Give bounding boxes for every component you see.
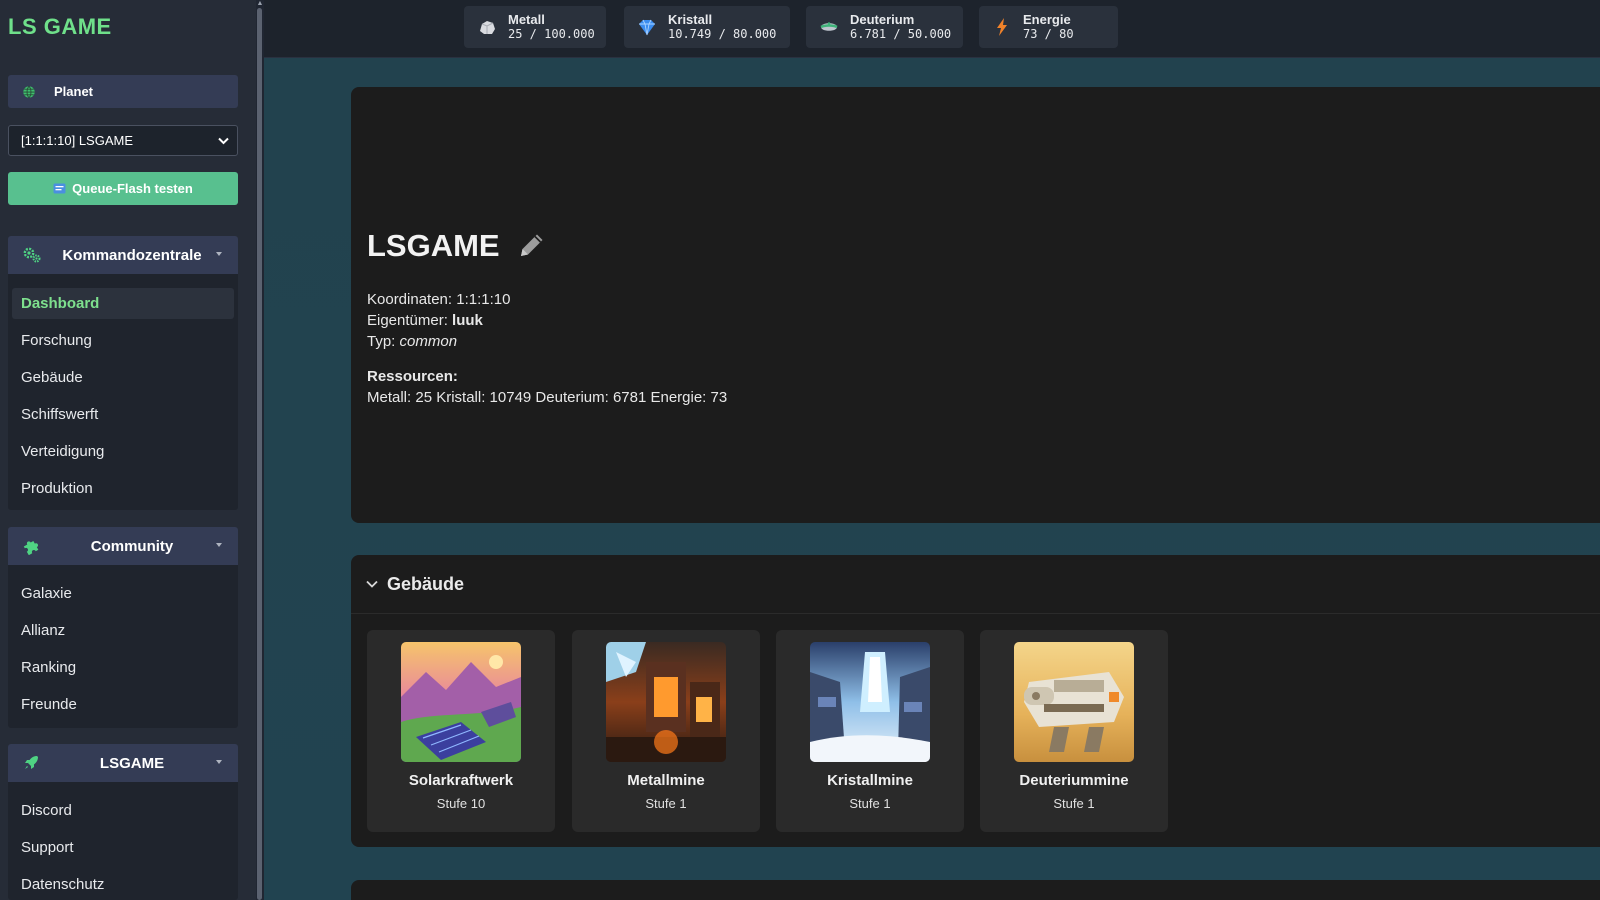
planet-select-value: [1:1:1:10] LSGAME bbox=[21, 133, 134, 148]
typ-label: Typ: bbox=[367, 333, 396, 350]
globe-icon bbox=[23, 85, 35, 98]
building-level: Stufe 1 bbox=[849, 796, 891, 811]
diamond-icon bbox=[639, 19, 655, 36]
buildings-header[interactable]: Gebäude bbox=[351, 555, 1600, 614]
section-kommandozentrale-body: Dashboard Forschung Gebäude Schiffswerft… bbox=[8, 274, 238, 510]
resource-metall-name: Metall bbox=[508, 11, 545, 27]
puzzle-icon bbox=[23, 541, 39, 555]
scroll-up-icon[interactable]: ▲ bbox=[256, 0, 264, 8]
nav-item-datenschutz[interactable]: Datenschutz bbox=[12, 869, 234, 900]
nav-item-support[interactable]: Support bbox=[12, 832, 234, 863]
section-community-header[interactable]: Community bbox=[8, 527, 238, 565]
building-level: Stufe 1 bbox=[645, 796, 687, 811]
kristallmine-image bbox=[810, 642, 930, 762]
nav-item-galaxie[interactable]: Galaxie bbox=[12, 578, 234, 609]
nav-item-gebaeude[interactable]: Gebäude bbox=[12, 362, 234, 393]
pencil-icon[interactable] bbox=[514, 229, 548, 263]
nav-item-discord[interactable]: Discord bbox=[12, 795, 234, 826]
sidebar: LS GAME Planet [1:1:1:10] LSGAME Queue-F… bbox=[0, 0, 256, 900]
resource-bar: Metall 25 / 100.000 Kristall 10.749 / 80… bbox=[264, 0, 1600, 58]
chevron-down-icon bbox=[366, 580, 378, 588]
section-kommandozentrale-header[interactable]: Kommandozentrale bbox=[8, 236, 238, 274]
queue-flash-label: Queue-Flash testen bbox=[72, 181, 193, 196]
section-lsgame-title: LSGAME bbox=[99, 754, 165, 772]
planet-resources-line: Metall: 25 Kristall: 10749 Deuterium: 67… bbox=[367, 389, 728, 406]
nav-item-produktion[interactable]: Produktion bbox=[12, 473, 234, 504]
nav-item-ranking[interactable]: Ranking bbox=[12, 652, 234, 683]
buildings-title: Gebäude bbox=[387, 573, 465, 594]
section-lsgame-body: Discord Support Datenschutz bbox=[8, 782, 238, 900]
koordinaten-label: Koordinaten: bbox=[367, 291, 453, 308]
planet-header-label: Planet bbox=[54, 84, 94, 99]
building-card-deuteriummine[interactable]: Deuteriummine Stufe 1 bbox=[980, 630, 1168, 832]
planet-name: LSGAME bbox=[367, 228, 500, 263]
ressourcen-label: Ressourcen: bbox=[367, 368, 458, 385]
planet-info-panel bbox=[351, 87, 1600, 523]
resource-kristall: Kristall 10.749 / 80.000 bbox=[624, 6, 790, 48]
brand-logo[interactable]: LS GAME bbox=[8, 14, 112, 40]
building-name: Kristallmine bbox=[827, 772, 913, 789]
queue-flash-button[interactable]: Queue-Flash testen bbox=[8, 172, 238, 205]
resource-kristall-value: 10.749 / 80.000 bbox=[668, 26, 777, 41]
cogs-icon bbox=[23, 247, 41, 263]
building-name: Solarkraftwerk bbox=[408, 772, 514, 789]
caret-down-icon bbox=[216, 252, 222, 256]
deuterium-icon bbox=[820, 22, 838, 31]
nav-item-dashboard[interactable]: Dashboard bbox=[12, 288, 234, 319]
resource-kristall-name: Kristall bbox=[668, 11, 713, 27]
planet-title: LSGAME bbox=[367, 228, 548, 264]
solarkraftwerk-image bbox=[401, 642, 521, 762]
building-level: Stufe 10 bbox=[436, 796, 486, 811]
rocket-icon bbox=[25, 756, 38, 769]
building-level: Stufe 1 bbox=[1053, 796, 1095, 811]
metallmine-image bbox=[606, 642, 726, 762]
caret-down-icon bbox=[216, 760, 222, 764]
resource-energie-value: 73 / 80 bbox=[1023, 26, 1074, 41]
planet-type: Typ: common bbox=[367, 333, 457, 350]
resource-deuterium-value: 6.781 / 50.000 bbox=[850, 26, 952, 41]
nav-item-verteidigung[interactable]: Verteidigung bbox=[12, 436, 234, 467]
building-name: Metallmine bbox=[627, 772, 705, 789]
queue-icon bbox=[53, 183, 66, 194]
resource-deuterium-name: Deuterium bbox=[850, 11, 915, 27]
planet-coordinates: Koordinaten: 1:1:1:10 bbox=[367, 291, 510, 308]
section-kommandozentrale-title: Kommandozentrale bbox=[62, 246, 202, 264]
section-lsgame-header[interactable]: LSGAME bbox=[8, 744, 238, 782]
building-card-metallmine[interactable]: Metallmine Stufe 1 bbox=[572, 630, 760, 832]
planet-header: Planet bbox=[8, 75, 238, 108]
section-community-body: Galaxie Allianz Ranking Freunde bbox=[8, 565, 238, 728]
next-panel bbox=[351, 880, 1600, 900]
lightning-icon bbox=[997, 18, 1007, 36]
eigentuemer-value: luuk bbox=[452, 312, 483, 329]
deuteriummine-image bbox=[1014, 642, 1134, 762]
section-community-title: Community bbox=[90, 537, 174, 555]
building-name: Deuteriummine bbox=[1019, 772, 1129, 789]
planet-resources-label: Ressourcen: bbox=[367, 368, 458, 385]
resource-metall: Metall 25 / 100.000 bbox=[464, 6, 606, 48]
koordinaten-value: 1:1:1:10 bbox=[456, 291, 511, 308]
building-card-kristallmine[interactable]: Kristallmine Stufe 1 bbox=[776, 630, 964, 832]
nav-item-forschung[interactable]: Forschung bbox=[12, 325, 234, 356]
nav-item-freunde[interactable]: Freunde bbox=[12, 689, 234, 720]
resource-energie: Energie 73 / 80 bbox=[979, 6, 1118, 48]
chevron-down-icon bbox=[218, 137, 229, 144]
nav-item-allianz[interactable]: Allianz bbox=[12, 615, 234, 646]
nav-item-schiffswerft[interactable]: Schiffswerft bbox=[12, 399, 234, 430]
rock-icon bbox=[480, 21, 495, 34]
resource-energie-name: Energie bbox=[1023, 11, 1071, 27]
typ-value: common bbox=[399, 333, 458, 350]
resource-metall-value: 25 / 100.000 bbox=[508, 26, 595, 41]
caret-down-icon bbox=[216, 543, 222, 547]
planet-select[interactable]: [1:1:1:10] LSGAME bbox=[8, 125, 238, 156]
building-card-solarkraftwerk[interactable]: Solarkraftwerk Stufe 10 bbox=[367, 630, 555, 832]
sidebar-scrollbar-thumb[interactable] bbox=[257, 8, 262, 900]
resource-deuterium: Deuterium 6.781 / 50.000 bbox=[806, 6, 963, 48]
eigentuemer-label: Eigentümer: bbox=[367, 312, 448, 329]
planet-owner: Eigentümer: luuk bbox=[367, 312, 483, 329]
